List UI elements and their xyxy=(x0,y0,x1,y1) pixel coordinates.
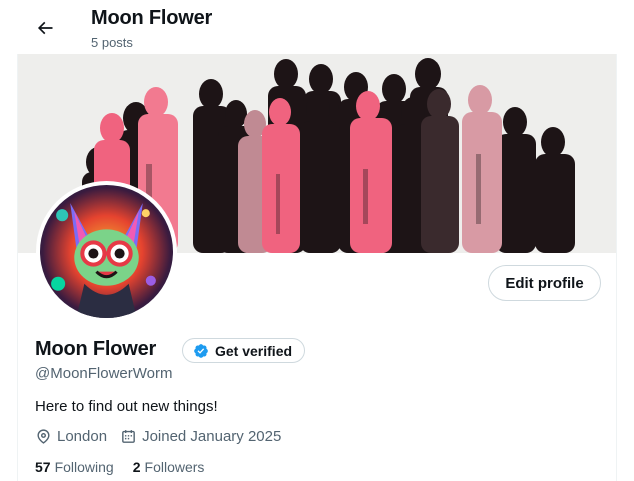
location-text: London xyxy=(57,428,108,445)
get-verified-button[interactable]: Get verified xyxy=(182,338,306,363)
display-name: Moon Flower xyxy=(35,338,157,360)
following-count: 57 xyxy=(35,459,51,475)
profile-meta: London Joined January 2025 xyxy=(35,428,294,445)
location-item: London xyxy=(35,428,107,445)
profile-bio: Here to find out new things! xyxy=(35,398,218,415)
joined-date: Joined January 2025 xyxy=(142,428,282,445)
verified-badge-icon xyxy=(194,343,208,358)
get-verified-label: Get verified xyxy=(215,342,293,359)
post-count: 5 posts xyxy=(91,35,133,50)
followers-label: Followers xyxy=(144,459,205,475)
profile-avatar[interactable] xyxy=(36,181,177,322)
followers-link[interactable]: 2 Followers xyxy=(133,459,205,475)
avatar-image xyxy=(40,185,173,318)
location-pin-icon xyxy=(37,429,50,444)
calendar-icon xyxy=(122,430,135,443)
header-title: Moon Flower xyxy=(91,7,213,29)
follow-stats: 57 Following 2 Followers xyxy=(35,459,223,475)
following-label: Following xyxy=(54,459,114,475)
arrow-left-icon xyxy=(37,21,53,35)
edit-profile-button[interactable]: Edit profile xyxy=(488,265,601,301)
back-button[interactable] xyxy=(27,10,63,46)
followers-count: 2 xyxy=(132,459,141,475)
joined-item: Joined January 2025 xyxy=(120,428,281,445)
following-link[interactable]: 57 Following xyxy=(35,459,114,475)
user-handle: @MoonFlowerWorm xyxy=(35,365,173,382)
profile-header: Moon Flower 5 posts xyxy=(0,0,634,54)
